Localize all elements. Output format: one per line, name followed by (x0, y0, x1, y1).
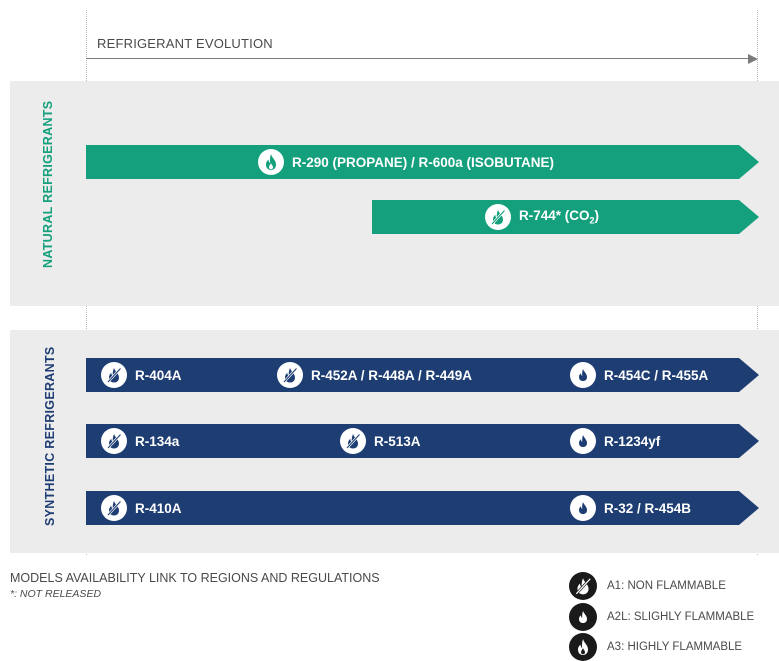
not-released-note: *: NOT RELEASED (10, 588, 102, 600)
synthetic-row-3-item-2-label: R-32 / R-454B (604, 500, 692, 516)
synthetic-row-2-item-1-label: R-134a (135, 433, 180, 449)
natural-refrigerants-panel (10, 81, 779, 306)
synthetic-row-3-item-2: R-32 / R-454B (570, 491, 691, 525)
synthetic-row-1-arrow: R-404A R-452A / R-448A / R-449A R-454C /… (86, 358, 759, 392)
legend-a2l-label: A2L: SLIGHLY FLAMMABLE (607, 611, 755, 623)
non-flammable-icon (340, 428, 366, 454)
synthetic-row-1-item-2-label: R-452A / R-448A / R-449A (311, 367, 473, 383)
legend-a1-label: A1: NON FLAMMABLE (607, 580, 726, 592)
axis-line (86, 58, 748, 59)
synthetic-refrigerants-title: SYNTHETIC REFRIGERANTS (43, 346, 57, 526)
synthetic-row-2-item-2: R-513A (340, 424, 421, 458)
slightly-flammable-icon (570, 362, 596, 388)
non-flammable-icon (101, 362, 127, 388)
natural-refrigerants-title: NATURAL REFRIGERANTS (41, 100, 55, 268)
synthetic-row-3-arrow: R-410A R-32 / R-454B (86, 491, 759, 525)
non-flammable-icon (485, 204, 511, 230)
slightly-flammable-icon (569, 603, 597, 631)
availability-note: MODELS AVAILABILITY LINK TO REGIONS AND … (10, 571, 380, 585)
synthetic-row-1-item-3-label: R-454C / R-455A (604, 367, 709, 383)
non-flammable-icon (569, 572, 597, 600)
synthetic-row-2-item-3-label: R-1234yf (604, 433, 661, 449)
synthetic-row-1-item-1: R-404A (101, 358, 182, 392)
slightly-flammable-icon (570, 495, 596, 521)
synthetic-row-2-arrow: R-134a R-513A R-1234yf (86, 424, 759, 458)
synthetic-row-1-item-2: R-452A / R-448A / R-449A (277, 358, 472, 392)
legend-item-a1: A1: NON FLAMMABLE (569, 572, 726, 600)
non-flammable-icon (277, 362, 303, 388)
slightly-flammable-icon (570, 428, 596, 454)
axis-label: REFRIGERANT EVOLUTION (97, 36, 273, 51)
synthetic-row-3-item-1: R-410A (101, 491, 182, 525)
synthetic-row-3-item-1-label: R-410A (135, 500, 182, 516)
natural-row-1-arrow: R-290 (PROPANE) / R-600a (ISOBUTANE) (86, 145, 759, 179)
non-flammable-icon (101, 428, 127, 454)
natural-row-2-arrow: R-744* (CO2) (372, 200, 759, 234)
natural-row-2-item-1-label: R-744* (CO2) (519, 208, 600, 226)
synthetic-row-2-item-2-label: R-513A (374, 433, 421, 449)
synthetic-row-2-item-1: R-134a (101, 424, 179, 458)
synthetic-row-2-item-3: R-1234yf (570, 424, 660, 458)
natural-row-2-item-1: R-744* (CO2) (485, 200, 599, 234)
highly-flammable-icon (258, 149, 284, 175)
non-flammable-icon (101, 495, 127, 521)
synthetic-row-1-item-1-label: R-404A (135, 367, 182, 383)
natural-row-1-item-1: R-290 (PROPANE) / R-600a (ISOBUTANE) (258, 145, 554, 179)
legend-a3-label: A3: HIGHLY FLAMMABLE (607, 641, 743, 653)
legend-item-a2l: A2L: SLIGHLY FLAMMABLE (569, 603, 754, 631)
axis-arrowhead (748, 54, 758, 64)
synthetic-row-1-item-3: R-454C / R-455A (570, 358, 708, 392)
natural-row-1-item-1-label: R-290 (PROPANE) / R-600a (ISOBUTANE) (292, 154, 555, 170)
